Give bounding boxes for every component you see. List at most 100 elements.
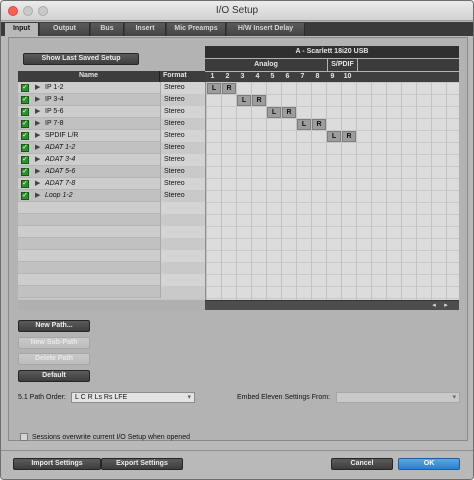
disclosure-triangle-icon[interactable]: ▶ — [35, 155, 40, 163]
channel-assignment-cell[interactable]: L — [327, 131, 341, 142]
grid-horizontal-scrollbar[interactable]: ◂ ▸ — [205, 300, 459, 310]
sessions-overwrite-label: Sessions overwrite current I/O Setup whe… — [32, 434, 190, 441]
list-item[interactable]: ✓ ▶ SPDIF L/R Stereo — [18, 130, 205, 142]
channel-number: 3 — [240, 73, 245, 80]
channel-number: 9 — [330, 73, 335, 80]
show-last-saved-setup-button[interactable]: Show Last Saved Setup — [23, 53, 139, 65]
tab-bus[interactable]: Bus — [91, 23, 124, 36]
empty-list-row — [18, 214, 205, 226]
list-item[interactable]: ✓ ▶ Loop 1-2 Stereo — [18, 190, 205, 202]
grid-device-header: A - Scarlett 18i20 USB — [205, 46, 459, 58]
channel-assignment-cell[interactable]: L — [237, 95, 251, 106]
channel-number: 2 — [225, 73, 230, 80]
empty-list-row — [18, 238, 205, 250]
path-name[interactable]: ADAT 5-6 — [45, 168, 75, 175]
disclosure-triangle-icon[interactable]: ▶ — [35, 179, 40, 187]
tab-input[interactable]: Input — [5, 23, 39, 36]
list-item[interactable]: ✓ ▶ IP 1-2 Stereo — [18, 82, 205, 94]
path-active-checkbox[interactable]: ✓ — [21, 96, 29, 104]
scroll-left-icon[interactable]: ◂ — [429, 301, 439, 310]
column-separator — [159, 71, 160, 82]
tab-hw-insert-delay[interactable]: H/W Insert Delay — [227, 23, 305, 36]
channel-assignment-cell[interactable]: R — [342, 131, 356, 142]
channel-assignment-cell[interactable]: L — [297, 119, 311, 130]
channel-assignment-cell[interactable]: L — [267, 107, 281, 118]
new-subpath-button[interactable]: New Sub-Path — [18, 337, 90, 349]
channel-assignment-cell[interactable]: R — [252, 95, 266, 106]
path-order-select[interactable]: L C R Ls Rs LFE ▾ — [71, 392, 195, 403]
channel-assignment-cell[interactable]: R — [312, 119, 326, 130]
path-name[interactable]: IP 3-4 — [45, 96, 64, 103]
path-name[interactable]: Loop 1-2 — [45, 192, 73, 199]
tab-mic-preamps[interactable]: Mic Preamps — [167, 23, 226, 36]
list-item[interactable]: ✓ ▶ ADAT 1-2 Stereo — [18, 142, 205, 154]
channel-assignment-cell[interactable]: R — [282, 107, 296, 118]
path-active-checkbox[interactable]: ✓ — [21, 192, 29, 200]
path-list[interactable]: ✓ ▶ IP 1-2 Stereo ✓ ▶ IP 3-4 Stereo ✓ ▶ IP 5-6 Ster… — [18, 82, 205, 300]
ok-button[interactable]: OK — [398, 458, 460, 470]
path-name[interactable]: IP 5-6 — [45, 108, 64, 115]
disclosure-triangle-icon[interactable]: ▶ — [35, 191, 40, 199]
disclosure-triangle-icon[interactable]: ▶ — [35, 167, 40, 175]
path-active-checkbox[interactable]: ✓ — [21, 144, 29, 152]
format-cell — [160, 226, 205, 238]
path-active-checkbox[interactable]: ✓ — [21, 156, 29, 164]
column-header-name[interactable]: Name — [18, 72, 159, 79]
disclosure-triangle-icon[interactable]: ▶ — [35, 107, 40, 115]
path-active-checkbox[interactable]: ✓ — [21, 132, 29, 140]
list-item[interactable]: ✓ ▶ ADAT 5-6 Stereo — [18, 166, 205, 178]
path-name[interactable]: SPDIF L/R — [45, 132, 78, 139]
format-cell — [160, 274, 205, 286]
sessions-overwrite-checkbox[interactable] — [20, 433, 28, 441]
path-active-checkbox[interactable]: ✓ — [21, 84, 29, 92]
channel-assignment-grid[interactable]: LRLRLRLRLR — [205, 82, 459, 300]
disclosure-triangle-icon[interactable]: ▶ — [35, 95, 40, 103]
list-item[interactable]: ✓ ▶ ADAT 7-8 Stereo — [18, 178, 205, 190]
channel-number: 10 — [343, 73, 352, 80]
column-header-format[interactable]: Format — [163, 72, 187, 79]
embed-settings-select[interactable]: ▾ — [336, 392, 460, 403]
channel-assignment-cell[interactable]: L — [207, 83, 221, 94]
path-active-checkbox[interactable]: ✓ — [21, 180, 29, 188]
list-item[interactable]: ✓ ▶ IP 3-4 Stereo — [18, 94, 205, 106]
path-active-checkbox[interactable]: ✓ — [21, 108, 29, 116]
grid-channel-numbers: 1 2 3 4 5 6 7 8 9 10 — [205, 72, 459, 82]
grid-group-empty — [358, 59, 459, 71]
path-name[interactable]: ADAT 1-2 — [45, 144, 75, 151]
delete-path-button[interactable]: Delete Path — [18, 353, 90, 365]
path-name[interactable]: IP 7-8 — [45, 120, 64, 127]
path-format: Stereo — [164, 132, 185, 139]
tab-output[interactable]: Output — [40, 23, 90, 36]
path-active-checkbox[interactable]: ✓ — [21, 168, 29, 176]
format-cell — [160, 214, 205, 226]
empty-list-row — [18, 250, 205, 262]
format-cell — [160, 250, 205, 262]
new-path-button[interactable]: New Path... — [18, 320, 90, 332]
tab-bar: Input Output Bus Insert Mic Preamps H/W … — [1, 22, 473, 36]
path-name[interactable]: ADAT 3-4 — [45, 156, 75, 163]
disclosure-triangle-icon[interactable]: ▶ — [35, 143, 40, 151]
empty-list-row — [18, 202, 205, 214]
list-item[interactable]: ✓ ▶ IP 7-8 Stereo — [18, 118, 205, 130]
export-settings-button[interactable]: Export Settings — [101, 458, 183, 470]
disclosure-triangle-icon[interactable]: ▶ — [35, 131, 40, 139]
channel-number: 6 — [285, 73, 290, 80]
path-name[interactable]: IP 1-2 — [45, 84, 64, 91]
default-button[interactable]: Default — [18, 370, 90, 382]
disclosure-triangle-icon[interactable]: ▶ — [35, 119, 40, 127]
list-item[interactable]: ✓ ▶ IP 5-6 Stereo — [18, 106, 205, 118]
channel-number: 8 — [315, 73, 320, 80]
path-format: Stereo — [164, 144, 185, 151]
tab-insert[interactable]: Insert — [125, 23, 166, 36]
disclosure-triangle-icon[interactable]: ▶ — [35, 83, 40, 91]
chevron-down-icon: ▾ — [187, 394, 191, 401]
empty-list-row — [18, 274, 205, 286]
scroll-right-icon[interactable]: ▸ — [441, 301, 451, 310]
path-active-checkbox[interactable]: ✓ — [21, 120, 29, 128]
channel-assignment-cell[interactable]: R — [222, 83, 236, 94]
path-name[interactable]: ADAT 7-8 — [45, 180, 75, 187]
cancel-button[interactable]: Cancel — [331, 458, 393, 470]
import-settings-button[interactable]: Import Settings — [13, 458, 101, 470]
list-item[interactable]: ✓ ▶ ADAT 3-4 Stereo — [18, 154, 205, 166]
window-title: I/O Setup — [215, 5, 259, 16]
